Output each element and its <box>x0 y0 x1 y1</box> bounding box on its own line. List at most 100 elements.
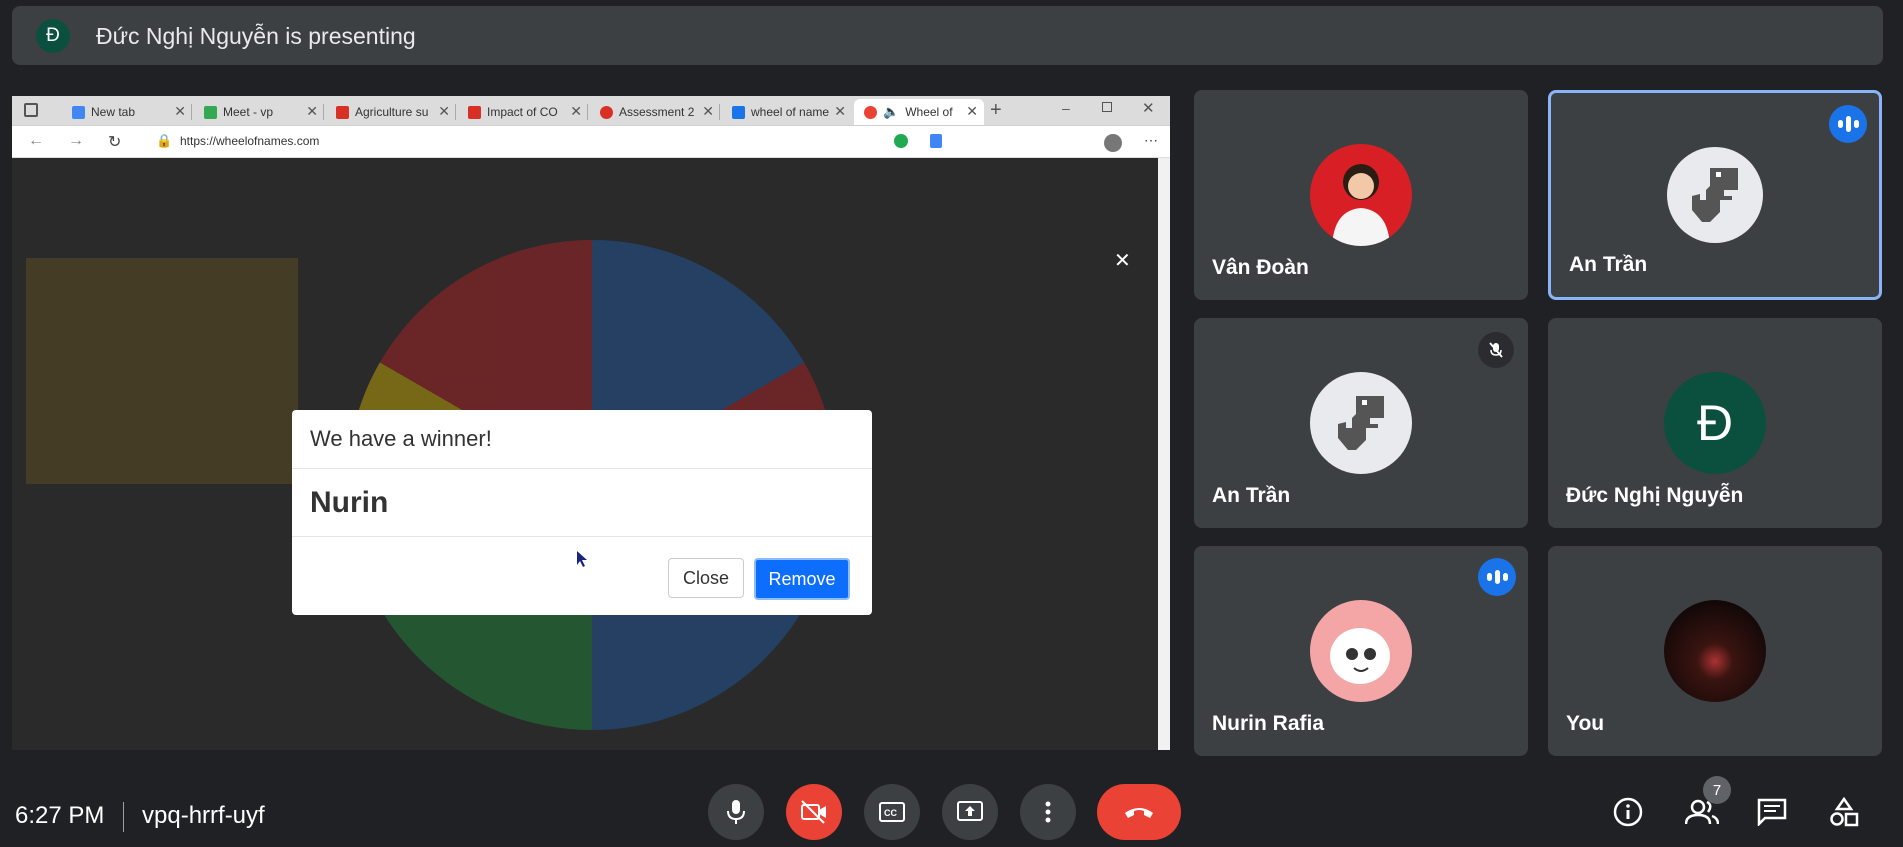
hosting-ad <box>26 258 298 484</box>
grammarly-icon[interactable] <box>894 134 908 148</box>
activities-icon <box>1830 797 1859 827</box>
participant-initial-avatar: Đ <box>1664 372 1766 474</box>
participant-name: An Trần <box>1569 253 1648 276</box>
chat-icon <box>1757 798 1787 826</box>
browser-tab[interactable]: Agriculture su ✕ <box>326 99 456 125</box>
close-button[interactable]: Close <box>668 558 744 598</box>
clock: 6:27 PM <box>15 802 105 829</box>
hang-up-icon <box>1125 808 1153 818</box>
presenting-banner: Đ Đức Nghị Nguyễn is presenting <box>12 6 1883 65</box>
more-options-button[interactable] <box>1020 784 1076 840</box>
docs-icon[interactable] <box>930 134 942 148</box>
tab-label: wheel of name <box>751 105 830 119</box>
dialog-title: We have a winner! <box>310 426 492 451</box>
url-field[interactable]: https://wheelofnames.com <box>180 134 319 148</box>
tab-close-icon[interactable]: ✕ <box>702 103 714 120</box>
browser-tab-active[interactable]: 🔈 Wheel of ✕ <box>854 99 984 125</box>
speaker-icon: 🔈 <box>883 104 900 119</box>
meeting-info-button[interactable] <box>1606 790 1650 834</box>
info-icon <box>1613 797 1643 827</box>
window-close-icon[interactable]: ✕ <box>1142 99 1155 117</box>
people-count-badge: 7 <box>1703 776 1731 804</box>
tab-favicon-icon <box>600 105 613 119</box>
tab-favicon-icon <box>864 105 877 119</box>
restore-icon[interactable] <box>1102 102 1112 112</box>
mic-off-icon <box>1478 332 1514 368</box>
browser-tab[interactable]: wheel of name ✕ <box>722 99 852 125</box>
speaking-indicator-icon <box>1829 105 1867 143</box>
minimize-icon[interactable]: – <box>1062 100 1070 116</box>
tab-favicon-icon <box>468 105 481 119</box>
meeting-code: vpq-hrrf-uyf <box>142 802 265 829</box>
participant-photo <box>1310 144 1412 246</box>
speaking-indicator-icon <box>1478 558 1516 596</box>
participant-name: An Trần <box>1212 484 1291 507</box>
tab-label: Meet - vp <box>223 105 274 119</box>
browser-tab[interactable]: Assessment 2 ✕ <box>590 99 720 125</box>
divider <box>123 802 124 832</box>
participant-name: Nurin Rafia <box>1212 712 1325 735</box>
address-bar: ← → ↻ 🔒 https://wheelofnames.com ⋯ <box>12 126 1170 158</box>
tab-close-icon[interactable]: ✕ <box>306 103 318 120</box>
leave-call-button[interactable] <box>1097 784 1181 840</box>
lock-icon: 🔒 <box>156 133 173 148</box>
new-tab-icon[interactable]: + <box>990 99 1002 122</box>
divider <box>292 536 872 537</box>
tab-label: New tab <box>91 105 136 119</box>
captions-button[interactable]: CC <box>864 784 920 840</box>
present-icon <box>957 801 983 821</box>
participant-tile-active[interactable]: An Trần <box>1548 90 1882 300</box>
dino-avatar <box>1667 147 1763 243</box>
participant-tile[interactable]: An Trần <box>1194 318 1528 528</box>
participant-tile-self[interactable]: You <box>1548 546 1882 756</box>
tab-close-icon[interactable]: ✕ <box>174 103 186 120</box>
browser-tab[interactable]: New tab ✕ <box>62 99 192 125</box>
self-video-thumbnail <box>1664 600 1766 702</box>
reload-icon[interactable]: ↻ <box>108 132 121 152</box>
tab-actions-icon[interactable] <box>24 103 38 117</box>
presenter-avatar: Đ <box>36 19 70 53</box>
presenting-text: Đức Nghị Nguyễn is presenting <box>96 23 416 49</box>
participant-tile[interactable]: Vân Đoàn <box>1194 90 1528 300</box>
tab-label: Impact of CO <box>487 105 558 119</box>
scrollbar[interactable] <box>1158 158 1170 750</box>
winner-dialog: We have a winner! Nurin Close Remove <box>292 410 872 615</box>
activities-button[interactable] <box>1822 790 1866 834</box>
screen-share: New tab ✕ Meet - vp ✕ Agriculture su ✕ Impa… <box>12 96 1170 750</box>
participant-tile[interactable]: Đ Đức Nghị Nguyễn <box>1548 318 1882 528</box>
profile-icon[interactable] <box>1104 134 1122 152</box>
participant-name: You <box>1566 712 1605 735</box>
tab-favicon-icon <box>204 105 217 119</box>
browser-tab[interactable]: Meet - vp ✕ <box>194 99 324 125</box>
winner-name: Nurin <box>310 486 389 519</box>
tab-close-icon[interactable]: ✕ <box>834 103 846 120</box>
tab-label: Agriculture su <box>355 105 429 119</box>
participant-name: Đức Nghị Nguyễn <box>1566 484 1744 507</box>
webpage: We have a winner! Nurin Close Remove ✕ <box>12 158 1158 750</box>
browser-tab[interactable]: Impact of CO ✕ <box>458 99 588 125</box>
chat-button[interactable] <box>1750 790 1794 834</box>
present-screen-button[interactable] <box>942 784 998 840</box>
divider <box>292 468 872 469</box>
meeting-controls-bar: 6:27 PM vpq-hrrf-uyf CC 7 <box>0 776 1903 847</box>
tab-favicon-icon <box>336 105 349 119</box>
mic-icon <box>727 800 745 824</box>
tab-label: Assessment 2 <box>619 105 695 119</box>
more-icon[interactable]: ⋯ <box>1144 132 1158 149</box>
cursor-icon <box>577 551 587 567</box>
camera-off-icon <box>801 800 826 824</box>
participant-tile[interactable]: Nurin Rafia <box>1194 546 1528 756</box>
tab-favicon-icon <box>72 105 85 119</box>
tab-favicon-icon <box>732 105 745 119</box>
more-vert-icon <box>1045 801 1051 823</box>
browser-tab-strip: New tab ✕ Meet - vp ✕ Agriculture su ✕ Impa… <box>12 96 1170 126</box>
tab-close-icon[interactable]: ✕ <box>438 103 450 120</box>
microphone-button[interactable] <box>708 784 764 840</box>
tab-close-icon[interactable]: ✕ <box>966 103 978 120</box>
back-icon[interactable]: ← <box>28 132 44 150</box>
tab-close-icon[interactable]: ✕ <box>570 103 582 120</box>
camera-off-button[interactable] <box>786 784 842 840</box>
forward-icon[interactable]: → <box>68 132 84 150</box>
overlay-close-icon[interactable]: ✕ <box>1114 248 1131 273</box>
remove-button[interactable]: Remove <box>754 558 850 600</box>
